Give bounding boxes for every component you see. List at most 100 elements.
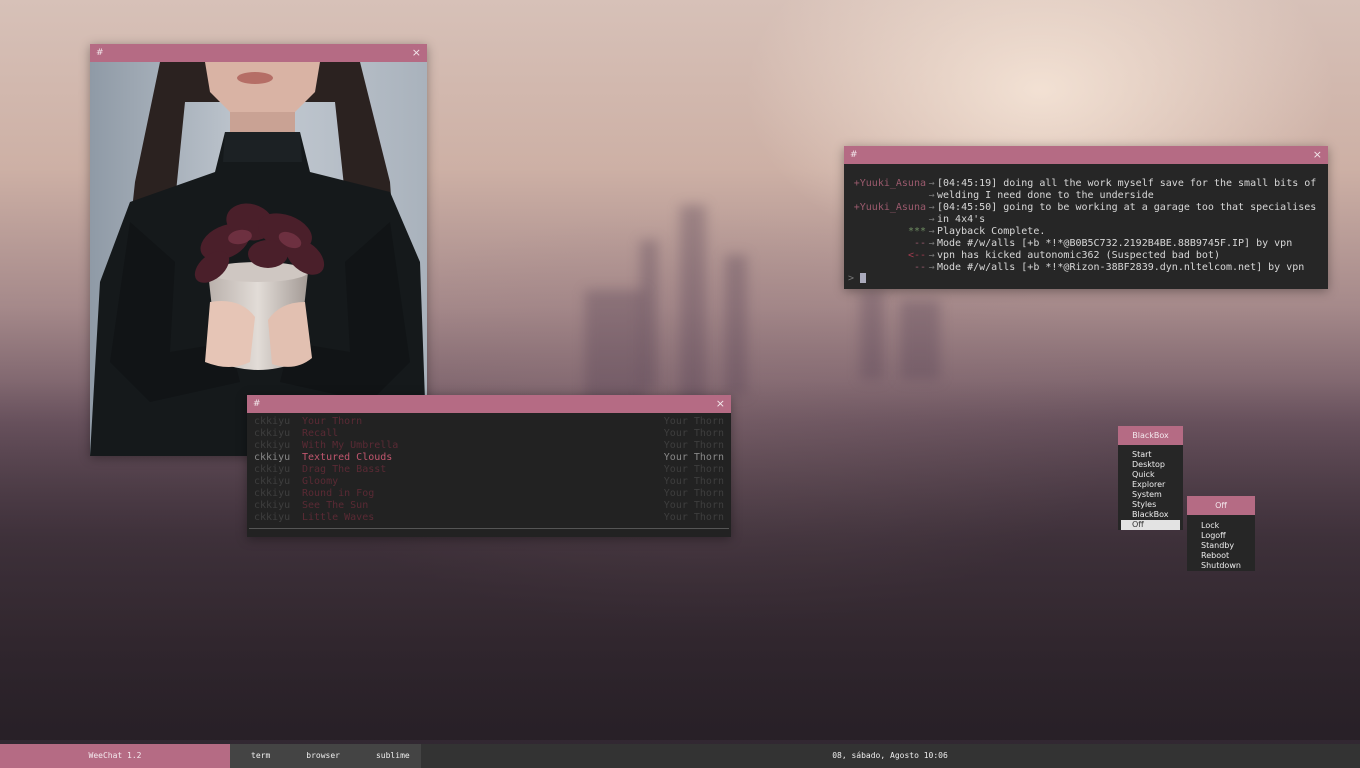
menu-item-logoff[interactable]: Logoff xyxy=(1187,531,1255,541)
track-artist: ckkiyu xyxy=(254,476,291,487)
text-cursor xyxy=(860,273,867,283)
chat-separator: → xyxy=(928,178,935,189)
chat-separator: → xyxy=(928,250,935,261)
task-list: term browser sublime xyxy=(230,744,421,768)
track-artist: ckkiyu xyxy=(254,452,291,463)
music-window-titlebar[interactable]: # × xyxy=(247,395,731,413)
chat-separator: → xyxy=(928,226,935,237)
menu-item-styles[interactable]: Styles xyxy=(1118,500,1183,510)
track-row[interactable]: ckkiyu See The Sun Your Thorn xyxy=(247,500,731,512)
chat-message: Mode #/w/alls [+b *!*@Rizon-38BF2839.dyn… xyxy=(937,262,1305,273)
close-icon[interactable]: × xyxy=(412,44,421,62)
chat-line: <-- → vpn has kicked autonomic362 (Suspe… xyxy=(844,250,1328,262)
menu-item-lock[interactable]: Lock xyxy=(1187,521,1255,531)
weechat-window[interactable]: # × +Yuuki_Asuna → [04:45:19] doing all … xyxy=(844,146,1328,289)
track-row[interactable]: ckkiyu Your Thorn Your Thorn xyxy=(247,416,731,428)
track-title: See The Sun xyxy=(302,500,369,511)
track-title: Your Thorn xyxy=(302,416,363,427)
chat-line: → welding I need done to the underside xyxy=(844,190,1328,202)
chat-message: Playback Complete. xyxy=(937,226,1046,237)
track-title: Round in Fog xyxy=(302,488,375,499)
track-row[interactable]: ckkiyu With My Umbrella Your Thorn xyxy=(247,440,731,452)
chat-line: +Yuuki_Asuna → [04:45:50] going to be wo… xyxy=(844,202,1328,214)
close-icon[interactable]: × xyxy=(716,395,725,413)
track-title: Little Waves xyxy=(302,512,375,523)
chat-separator: → xyxy=(928,214,935,225)
task-browser[interactable]: browser xyxy=(270,744,340,768)
taskbar: WeeChat 1.2 term browser sublime 08, sáb… xyxy=(0,744,1360,768)
chat-separator: → xyxy=(928,238,935,249)
track-row[interactable]: ckkiyu Drag The Basst Your Thorn xyxy=(247,464,731,476)
track-title: With My Umbrella xyxy=(302,440,399,451)
chat-message: Mode #/w/alls [+b *!*@B0B5C732.2192B4BE.… xyxy=(937,238,1293,249)
chat-message: in 4x4's xyxy=(937,214,986,225)
chat-nick: +Yuuki_Asuna xyxy=(853,202,926,213)
track-artist: ckkiyu xyxy=(254,416,291,427)
track-artist: ckkiyu xyxy=(254,512,291,523)
chat-buffer[interactable]: +Yuuki_Asuna → [04:45:19] doing all the … xyxy=(844,164,1328,289)
track-album: Your Thorn xyxy=(663,488,724,499)
menu-item-blackbox[interactable]: BlackBox xyxy=(1118,510,1183,520)
window-title: # xyxy=(850,150,858,160)
task-term[interactable]: term xyxy=(230,744,270,768)
menu-item-desktop[interactable]: Desktop xyxy=(1118,460,1183,470)
chat-input[interactable]: > xyxy=(848,273,867,285)
chat-message: vpn has kicked autonomic362 (Suspected b… xyxy=(937,250,1220,261)
track-album: Your Thorn xyxy=(663,464,724,475)
menu-item-standby[interactable]: Standby xyxy=(1187,541,1255,551)
weechat-window-titlebar[interactable]: # × xyxy=(844,146,1328,164)
prompt-symbol: > xyxy=(848,273,855,284)
chat-message: [04:45:19] doing all the work myself sav… xyxy=(937,178,1317,189)
wallpaper-tower-6 xyxy=(900,300,940,380)
chat-separator: → xyxy=(928,190,935,201)
track-artist: ckkiyu xyxy=(254,464,291,475)
menu-item-off[interactable]: Off xyxy=(1121,520,1180,530)
track-artist: ckkiyu xyxy=(254,440,291,451)
track-album: Your Thorn xyxy=(663,452,724,463)
menu-item-shutdown[interactable]: Shutdown xyxy=(1187,561,1255,571)
chat-separator: → xyxy=(928,262,935,273)
track-row[interactable]: ckkiyu Recall Your Thorn xyxy=(247,428,731,440)
menu-item-explorer[interactable]: Explorer xyxy=(1118,480,1183,490)
chat-line: *** → Playback Complete. xyxy=(844,226,1328,238)
window-title: # xyxy=(253,399,261,409)
menu-item-quick[interactable]: Quick xyxy=(1118,470,1183,480)
clock: 08, sábado, Agosto 10:06 xyxy=(832,751,948,760)
track-row[interactable]: ckkiyu Round in Fog Your Thorn xyxy=(247,488,731,500)
track-title: Recall xyxy=(302,428,339,439)
track-artist: ckkiyu xyxy=(254,488,291,499)
blackbox-menu[interactable]: BlackBox Start Desktop Quick Explorer Sy… xyxy=(1118,426,1183,530)
music-player-window[interactable]: # × ckkiyu Your Thorn Your Thorn ckkiyu … xyxy=(247,395,731,537)
progress-bar[interactable] xyxy=(249,528,729,529)
chat-line: → in 4x4's xyxy=(844,214,1328,226)
wallpaper-tower-1 xyxy=(680,205,706,405)
chat-message: [04:45:50] going to be working at a gara… xyxy=(937,202,1317,213)
close-icon[interactable]: × xyxy=(1313,146,1322,164)
wallpaper-tower-5 xyxy=(860,290,884,380)
menu-item-system[interactable]: System xyxy=(1118,490,1183,500)
active-window-title[interactable]: WeeChat 1.2 xyxy=(0,744,230,768)
chat-nick: *** xyxy=(907,226,926,237)
track-row[interactable]: ckkiyu Little Waves Your Thorn xyxy=(247,512,731,524)
off-submenu[interactable]: Off Lock Logoff Standby Reboot Shutdown xyxy=(1187,496,1255,571)
window-title: # xyxy=(96,48,104,58)
photo-window-titlebar[interactable]: # × xyxy=(90,44,427,62)
chat-nick xyxy=(844,214,926,226)
chat-nick: <-- xyxy=(907,250,926,261)
track-row[interactable]: ckkiyu Gloomy Your Thorn xyxy=(247,476,731,488)
task-sublime[interactable]: sublime xyxy=(340,744,410,768)
menu-item-start[interactable]: Start xyxy=(1118,450,1183,460)
track-row-playing[interactable]: ckkiyu Textured Clouds Your Thorn xyxy=(247,452,731,464)
menu-title: BlackBox xyxy=(1118,426,1183,445)
track-album: Your Thorn xyxy=(663,428,724,439)
track-title: Textured Clouds xyxy=(302,452,393,463)
chat-nick xyxy=(844,190,926,202)
menu-item-reboot[interactable]: Reboot xyxy=(1187,551,1255,561)
playlist[interactable]: ckkiyu Your Thorn Your Thorn ckkiyu Reca… xyxy=(247,413,731,537)
menu-title: Off xyxy=(1187,496,1255,515)
track-album: Your Thorn xyxy=(663,476,724,487)
track-artist: ckkiyu xyxy=(254,428,291,439)
chat-line: -- → Mode #/w/alls [+b *!*@Rizon-38BF283… xyxy=(844,262,1328,274)
track-album: Your Thorn xyxy=(663,500,724,511)
track-album: Your Thorn xyxy=(663,440,724,451)
